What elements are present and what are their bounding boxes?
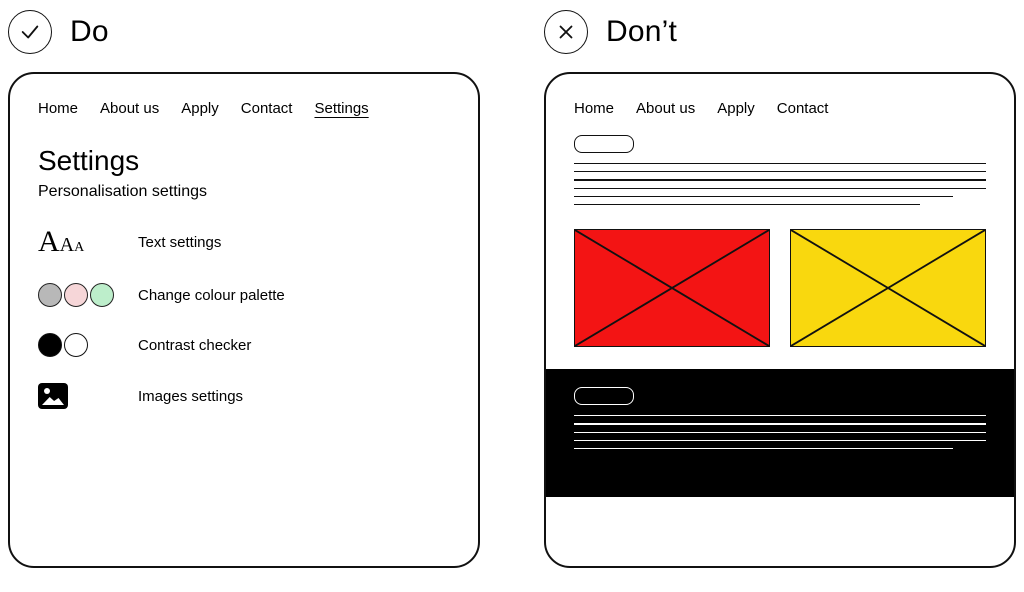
placeholder-line [574, 179, 986, 180]
placeholder-line [574, 163, 986, 164]
option-images-settings[interactable]: Images settings [38, 383, 450, 409]
option-label: Change colour palette [138, 287, 285, 304]
text-size-icon: AAA [38, 227, 84, 257]
palette-swatch-grey [38, 283, 62, 307]
dont-column: Don’t Home About us Apply Contact [544, 10, 1016, 568]
nav-item-about[interactable]: About us [100, 100, 159, 117]
do-column: Do Home About us Apply Contact Settings … [8, 10, 480, 568]
palette-swatch-green [90, 283, 114, 307]
contrast-circle-black [38, 333, 62, 357]
option-label: Contrast checker [138, 337, 251, 354]
nav-item-contact[interactable]: Contact [241, 100, 293, 117]
palette-icon [38, 283, 114, 307]
placeholder-line [574, 432, 986, 433]
do-card: Home About us Apply Contact Settings Set… [8, 72, 480, 568]
nav-item-apply[interactable]: Apply [181, 100, 219, 117]
nav-item-apply[interactable]: Apply [717, 100, 755, 117]
dont-card: Home About us Apply Contact [544, 72, 1016, 568]
footer-band [546, 369, 1014, 497]
dont-nav: Home About us Apply Contact [574, 100, 986, 117]
placeholder-body [574, 163, 986, 205]
palette-swatch-pink [64, 283, 88, 307]
placeholder-body-inverse [574, 415, 986, 449]
placeholder-line [574, 188, 986, 189]
nav-item-settings[interactable]: Settings [314, 100, 368, 117]
placeholder-line [574, 171, 986, 172]
placeholder-line [574, 448, 953, 449]
nav-item-about[interactable]: About us [636, 100, 695, 117]
page-subtitle: Personalisation settings [38, 183, 450, 201]
x-icon [544, 10, 588, 54]
placeholder-line [574, 440, 986, 441]
image-tiles [574, 229, 986, 347]
placeholder-line [574, 415, 986, 416]
do-nav: Home About us Apply Contact Settings [38, 100, 450, 117]
nav-item-contact[interactable]: Contact [777, 100, 829, 117]
option-label: Images settings [138, 388, 243, 405]
nav-item-home[interactable]: Home [38, 100, 78, 117]
placeholder-line [574, 204, 920, 205]
contrast-icon [38, 333, 88, 357]
contrast-circle-white [64, 333, 88, 357]
image-tile-red [574, 229, 770, 347]
do-label: Do [70, 15, 109, 49]
dont-header: Don’t [544, 10, 1016, 54]
check-icon [8, 10, 52, 54]
placeholder-heading [574, 135, 986, 153]
placeholder-pill [574, 387, 634, 405]
placeholder-pill [574, 135, 634, 153]
page-title: Settings [38, 145, 450, 177]
placeholder-line [574, 196, 953, 197]
nav-item-home[interactable]: Home [574, 100, 614, 117]
do-header: Do [8, 10, 480, 54]
dont-label: Don’t [606, 15, 677, 49]
option-label: Text settings [138, 234, 221, 251]
settings-options: AAA Text settings [38, 227, 450, 409]
option-text-settings[interactable]: AAA Text settings [38, 227, 450, 257]
placeholder-line [574, 423, 986, 424]
option-contrast-checker[interactable]: Contrast checker [38, 333, 450, 357]
option-colour-palette[interactable]: Change colour palette [38, 283, 450, 307]
image-tile-yellow [790, 229, 986, 347]
image-icon [38, 383, 68, 409]
